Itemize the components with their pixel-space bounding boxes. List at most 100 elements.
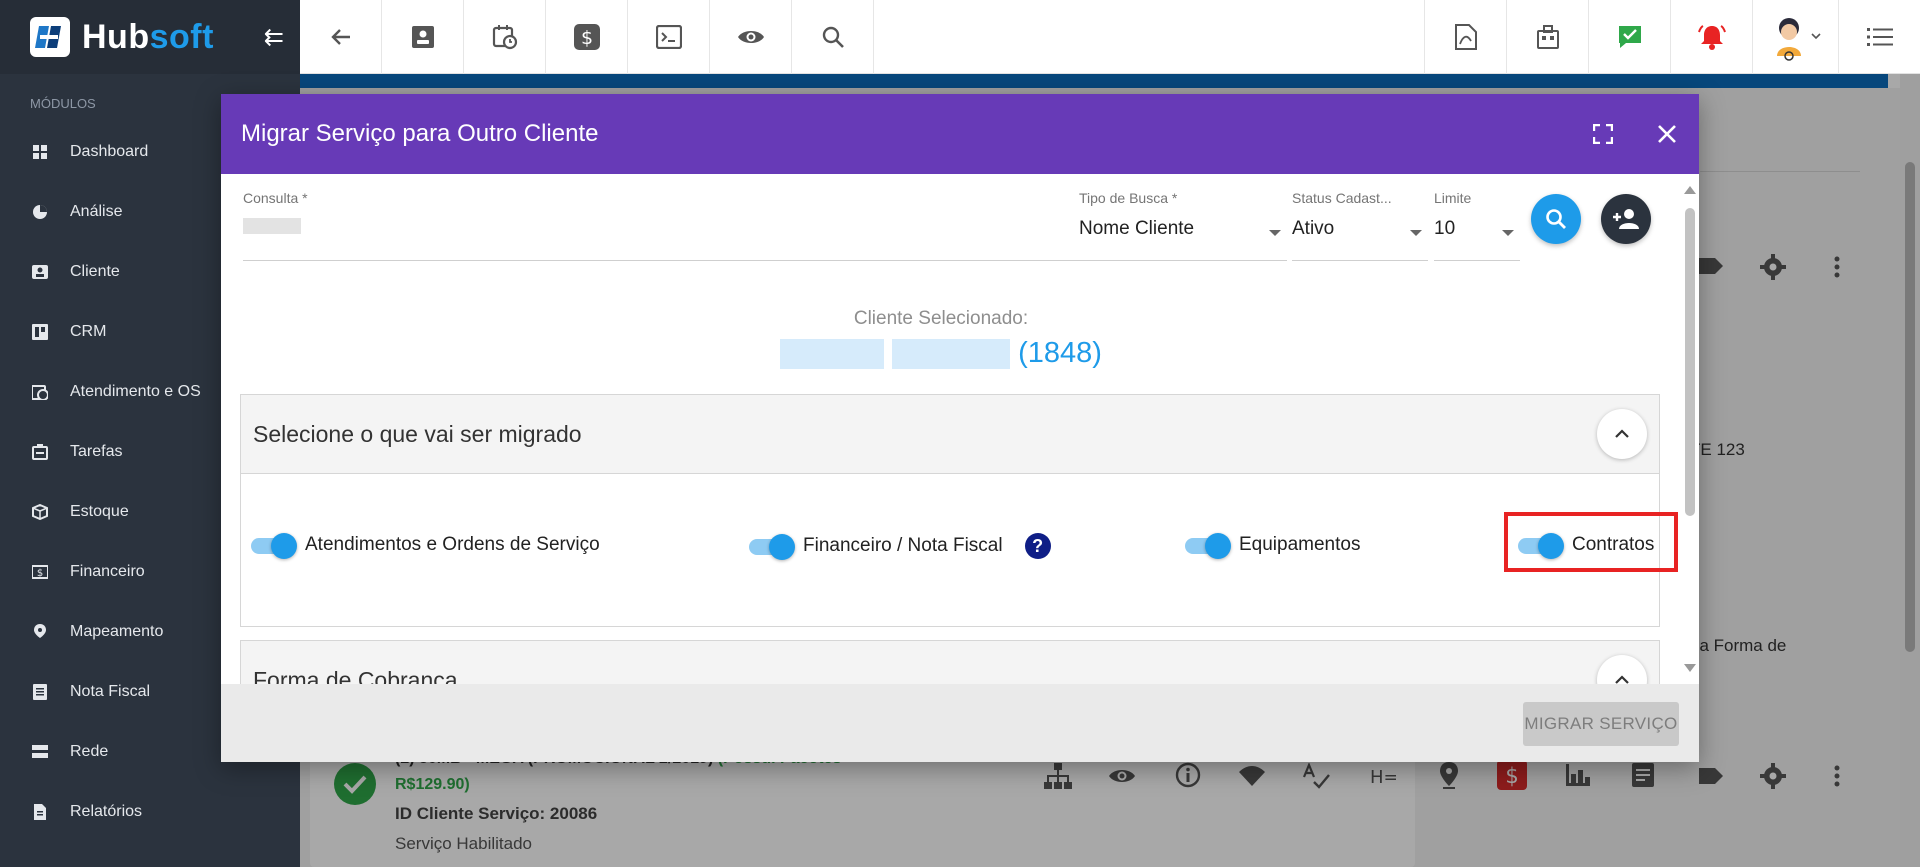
consulta-field[interactable]: Consulta *: [243, 190, 1093, 261]
sidebar-item-relatorios[interactable]: Relatórios: [0, 782, 300, 842]
contact-card-icon: [411, 26, 434, 48]
approvals-button[interactable]: [1588, 0, 1670, 74]
dropdown-arrow-icon: [1502, 230, 1514, 236]
dropdown-arrow-icon: [1269, 230, 1281, 236]
option-label: Equipamentos: [1239, 534, 1361, 555]
equipamentos-toggle[interactable]: [1185, 533, 1231, 559]
fullscreen-button[interactable]: [1571, 102, 1635, 166]
pie-chart-icon: [32, 204, 48, 220]
dialog-footer: MIGRAR SERVIÇO: [221, 684, 1699, 762]
view-button[interactable]: [710, 0, 792, 74]
scroll-up-icon[interactable]: [1684, 186, 1696, 194]
dialog-body: Consulta * Tipo de Busca * Nome Cliente …: [221, 174, 1699, 684]
redacted-client-last-name: [892, 339, 1011, 370]
option-equipamentos[interactable]: Equipamentos: [1185, 533, 1361, 559]
brand-name: Hubsoft: [82, 17, 214, 56]
billing-method-panel: Forma de Cobrança: [240, 640, 1660, 684]
menu-list-button[interactable]: [1838, 0, 1920, 74]
sidebar-item-label: Relatórios: [70, 803, 143, 820]
dialog-title: Migrar Serviço para Outro Cliente: [241, 120, 599, 147]
collapse-panel-button[interactable]: [1597, 409, 1647, 459]
tipo-busca-label: Tipo de Busca: [1079, 190, 1168, 206]
status-cadastral-value: Ativo: [1292, 218, 1335, 239]
invoice-icon: [32, 684, 48, 700]
hubsoft-logo-icon[interactable]: [30, 17, 70, 57]
chevron-down-icon: [1810, 33, 1821, 40]
user-menu-button[interactable]: [1752, 0, 1838, 74]
company-button[interactable]: [1506, 0, 1588, 74]
option-financeiro[interactable]: Financeiro / Nota Fiscal ?: [749, 533, 1051, 560]
terminal-icon: [655, 25, 682, 49]
close-dialog-button[interactable]: [1635, 102, 1699, 166]
terminal-button[interactable]: [628, 0, 710, 74]
selected-client: (1848): [221, 337, 1661, 370]
schedule-button[interactable]: [464, 0, 546, 74]
avatar: [1776, 18, 1801, 61]
option-label: Financeiro / Nota Fiscal: [803, 535, 1003, 556]
limite-label: Limite: [1434, 190, 1472, 206]
list-menu-icon: [1866, 28, 1893, 46]
consulta-label: Consulta: [243, 190, 299, 206]
dashboard-icon: [32, 144, 48, 160]
svg-text:$: $: [37, 568, 43, 579]
migrate-options-header[interactable]: Selecione o que vai ser migrado: [241, 395, 1659, 473]
top-toolbar: $: [300, 0, 1920, 74]
arrow-left-icon: [330, 29, 350, 45]
sidebar-item-label: Financeiro: [70, 563, 145, 580]
alerts-button[interactable]: [1670, 0, 1752, 74]
add-client-button[interactable]: [1601, 194, 1651, 244]
search-icon: [822, 26, 844, 48]
migrate-options-panel: Selecione o que vai ser migrado Atendime…: [240, 394, 1678, 627]
scroll-down-icon[interactable]: [1684, 664, 1696, 672]
search-icon: [1546, 209, 1566, 229]
sidebar-item-label: Cliente: [70, 263, 120, 280]
pdf-button[interactable]: [1424, 0, 1506, 74]
redacted-client-first-name: [780, 339, 885, 370]
box-icon: [32, 504, 48, 520]
calendar-clock-icon: [32, 384, 48, 400]
sidebar-item-label: Atendimento e OS: [70, 383, 201, 400]
dollar-icon: $: [573, 24, 600, 50]
selected-client-id: (1848): [1018, 337, 1102, 369]
chat-check-icon: [1618, 26, 1641, 48]
status-cadastral-label: Status Cadast...: [1292, 190, 1392, 206]
dropdown-arrow-icon: [1410, 230, 1422, 236]
sidebar-item-label: CRM: [70, 323, 107, 340]
consulta-input[interactable]: [243, 218, 1093, 242]
option-atendimentos[interactable]: Atendimentos e Ordens de Serviço: [251, 533, 600, 559]
selected-client-label: Cliente Selecionado:: [853, 308, 1029, 329]
redacted-query: [243, 218, 301, 234]
migrate-service-button[interactable]: MIGRAR SERVIÇO: [1523, 702, 1679, 746]
status-cadastral-select[interactable]: Status Cadast... Ativo: [1292, 190, 1428, 261]
eye-icon: [737, 31, 764, 43]
dialog-scrollbar-thumb[interactable]: [1685, 208, 1695, 516]
migrate-options-title: Selecione o que vai ser migrado: [253, 420, 582, 447]
atendimentos-toggle[interactable]: [251, 533, 297, 559]
help-icon[interactable]: ?: [1024, 533, 1051, 559]
search-button[interactable]: [792, 0, 874, 74]
brand-header: Hubsoft ⇇: [0, 0, 300, 74]
tipo-busca-select[interactable]: Tipo de Busca * Nome Cliente: [1079, 190, 1287, 261]
search-client-button[interactable]: [1531, 194, 1581, 244]
sidebar-item-label: Mapeamento: [70, 623, 164, 640]
financeiro-toggle[interactable]: [749, 534, 795, 560]
finance-button[interactable]: $: [546, 0, 628, 74]
contact-button[interactable]: [382, 0, 464, 74]
option-label: Atendimentos e Ordens de Serviço: [305, 534, 600, 555]
dialog-scrollbar[interactable]: [1681, 174, 1699, 684]
sidebar-item-label: Estoque: [70, 503, 129, 520]
tipo-busca-value: Nome Cliente: [1079, 218, 1195, 239]
network-icon: [32, 744, 48, 760]
sidebar-item-label: Nota Fiscal: [70, 683, 151, 700]
pdf-file-icon: [1454, 24, 1477, 50]
fullscreen-icon: [1593, 124, 1613, 144]
billing-method-header[interactable]: Forma de Cobrança: [241, 641, 1659, 684]
limite-select[interactable]: Limite 10: [1434, 190, 1520, 261]
back-button[interactable]: [300, 0, 382, 74]
calendar-clock-icon: [492, 25, 517, 50]
contact-card-icon: [32, 264, 48, 280]
chevron-up-icon: [1615, 675, 1629, 684]
collapse-menu-icon[interactable]: ⇇: [264, 23, 284, 52]
money-icon: $: [32, 564, 48, 580]
close-icon: [1658, 125, 1676, 143]
